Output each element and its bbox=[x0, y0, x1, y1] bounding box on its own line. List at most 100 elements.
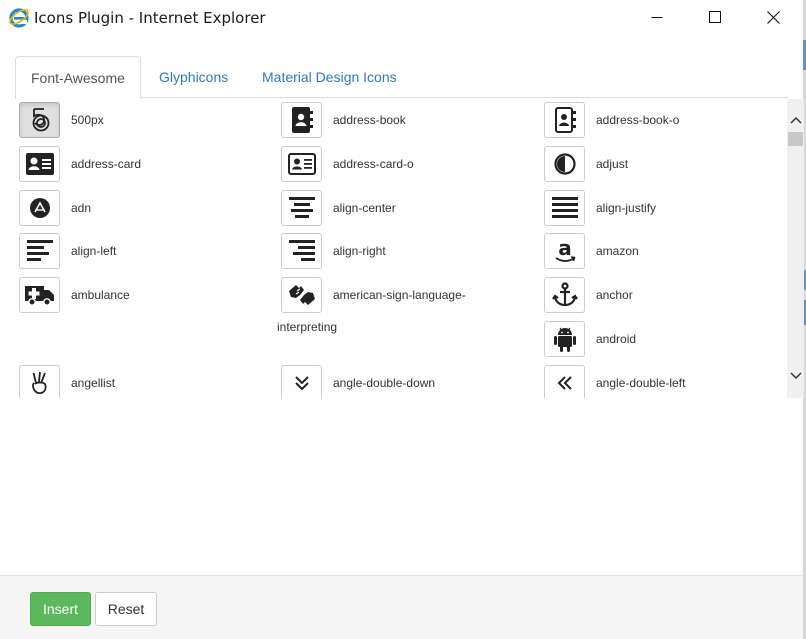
icon-label: address-card-o bbox=[333, 157, 414, 171]
align-center-icon bbox=[288, 197, 315, 218]
icon-button[interactable] bbox=[544, 146, 585, 182]
angle-double-left-icon bbox=[557, 376, 572, 390]
ambulance-icon bbox=[24, 286, 54, 306]
icon-button[interactable] bbox=[281, 365, 322, 398]
chevron-down-icon bbox=[789, 371, 802, 379]
icon-button[interactable] bbox=[19, 102, 60, 138]
adn-icon bbox=[29, 198, 50, 218]
align-left-icon bbox=[26, 240, 53, 261]
vertical-scrollbar[interactable] bbox=[787, 99, 804, 398]
icon-option-american-sign-language-interpreting[interactable]: american-sign-language- bbox=[281, 277, 531, 317]
icon-label: anchor bbox=[596, 288, 633, 302]
title-bar: Icons Plugin - Internet Explorer bbox=[0, 0, 803, 34]
address-book-icon bbox=[291, 107, 313, 133]
icon-button[interactable] bbox=[19, 233, 60, 269]
icon-button[interactable] bbox=[544, 321, 585, 357]
american-sign-language-interpreting-icon bbox=[288, 285, 315, 305]
icon-option-adn[interactable]: adn bbox=[19, 190, 269, 230]
icon-label: align-right bbox=[333, 244, 386, 258]
500px-icon bbox=[32, 108, 49, 132]
chevron-up-icon bbox=[789, 116, 802, 124]
angle-double-down-icon bbox=[294, 376, 309, 391]
icon-option-address-card-o[interactable]: address-card-o bbox=[281, 146, 531, 186]
icon-label: adjust bbox=[596, 157, 629, 171]
icon-label: android bbox=[596, 332, 637, 346]
icon-label: address-book bbox=[333, 113, 406, 127]
tab-glyphicons[interactable]: Glyphicons bbox=[144, 56, 243, 98]
anchor-icon bbox=[551, 282, 578, 307]
minimize-button[interactable] bbox=[634, 0, 680, 34]
icon-button[interactable] bbox=[281, 146, 322, 182]
icon-option-angle-double-down[interactable]: angle-double-down bbox=[281, 365, 531, 398]
icon-grid: 500px address-card adn align-left ambula… bbox=[16, 99, 787, 398]
icon-button[interactable] bbox=[281, 190, 322, 226]
icon-label: american-sign-language- bbox=[333, 288, 466, 302]
icon-button[interactable] bbox=[19, 365, 60, 398]
maximize-icon bbox=[709, 11, 721, 23]
address-card-o-icon bbox=[287, 153, 316, 175]
icon-label: 500px bbox=[71, 113, 104, 127]
amazon-icon: a bbox=[555, 238, 576, 262]
icon-option-address-book-o[interactable]: address-book-o bbox=[544, 102, 787, 142]
icon-label: address-book-o bbox=[596, 113, 680, 127]
icon-button[interactable] bbox=[19, 277, 60, 313]
icon-option-angle-double-left[interactable]: angle-double-left bbox=[544, 365, 787, 398]
tab-font-awesome[interactable]: Font-Awesome bbox=[15, 56, 141, 99]
icon-option-anchor[interactable]: anchor bbox=[544, 277, 787, 317]
reset-button[interactable]: Reset bbox=[95, 592, 157, 626]
window-title: Icons Plugin - Internet Explorer bbox=[34, 9, 266, 27]
icon-option-adjust[interactable]: adjust bbox=[544, 146, 787, 186]
align-right-icon bbox=[288, 240, 315, 261]
icon-set-tabs: Font-Awesome Glyphicons Material Design … bbox=[15, 56, 788, 99]
icon-option-500px[interactable]: 500px bbox=[19, 102, 269, 142]
icon-option-address-book[interactable]: address-book bbox=[281, 102, 531, 142]
angellist-icon bbox=[31, 371, 46, 395]
address-card-icon bbox=[25, 153, 54, 175]
icon-label: angle-double-down bbox=[333, 376, 436, 390]
svg-text:a: a bbox=[558, 238, 572, 260]
address-book-o-icon bbox=[554, 107, 576, 133]
icon-button[interactable] bbox=[281, 277, 322, 313]
icon-option-angellist[interactable]: angellist bbox=[19, 365, 269, 398]
icon-label: adn bbox=[71, 201, 92, 215]
icon-label: amazon bbox=[596, 244, 639, 258]
icon-label-continuation: interpreting bbox=[277, 320, 338, 334]
align-justify-icon bbox=[551, 197, 578, 218]
icon-button[interactable] bbox=[544, 102, 585, 138]
minimize-icon bbox=[651, 17, 663, 18]
icon-button[interactable] bbox=[544, 277, 585, 313]
icon-option-android[interactable]: android bbox=[544, 321, 787, 361]
icon-option-align-left[interactable]: align-left bbox=[19, 233, 269, 273]
adjust-icon bbox=[553, 153, 576, 175]
icon-button[interactable] bbox=[19, 146, 60, 182]
icon-label: ambulance bbox=[71, 288, 130, 302]
icon-label: address-card bbox=[71, 157, 142, 171]
close-button[interactable] bbox=[750, 0, 796, 34]
icon-label: angellist bbox=[71, 376, 116, 390]
icon-button[interactable]: a bbox=[544, 233, 585, 269]
icon-label: align-left bbox=[71, 244, 117, 258]
insert-button[interactable]: Insert bbox=[30, 592, 91, 626]
maximize-button[interactable] bbox=[692, 0, 738, 34]
icon-label: angle-double-left bbox=[596, 376, 686, 390]
icon-label: align-justify bbox=[596, 201, 657, 215]
android-icon bbox=[553, 327, 576, 352]
icon-label: align-center bbox=[333, 201, 396, 215]
icon-button[interactable] bbox=[544, 365, 585, 398]
icon-button[interactable] bbox=[281, 233, 322, 269]
icon-option-align-justify[interactable]: align-justify bbox=[544, 190, 787, 230]
tab-material-design-icons[interactable]: Material Design Icons bbox=[247, 56, 412, 98]
icon-button[interactable] bbox=[19, 190, 60, 226]
icon-option-align-center[interactable]: align-center bbox=[281, 190, 531, 230]
icon-option-align-right[interactable]: align-right bbox=[281, 233, 531, 273]
dialog-footer: Insert Reset bbox=[0, 575, 803, 639]
icon-button[interactable] bbox=[544, 190, 585, 226]
scroll-up-button[interactable] bbox=[787, 111, 804, 128]
icon-option-address-card[interactable]: address-card bbox=[19, 146, 269, 186]
close-icon bbox=[766, 10, 780, 24]
icon-button[interactable] bbox=[281, 102, 322, 138]
icon-option-ambulance[interactable]: ambulance bbox=[19, 277, 269, 317]
icon-option-amazon[interactable]: a amazon bbox=[544, 233, 787, 273]
scroll-down-button[interactable] bbox=[787, 367, 804, 384]
scrollbar-thumb[interactable] bbox=[788, 132, 803, 146]
